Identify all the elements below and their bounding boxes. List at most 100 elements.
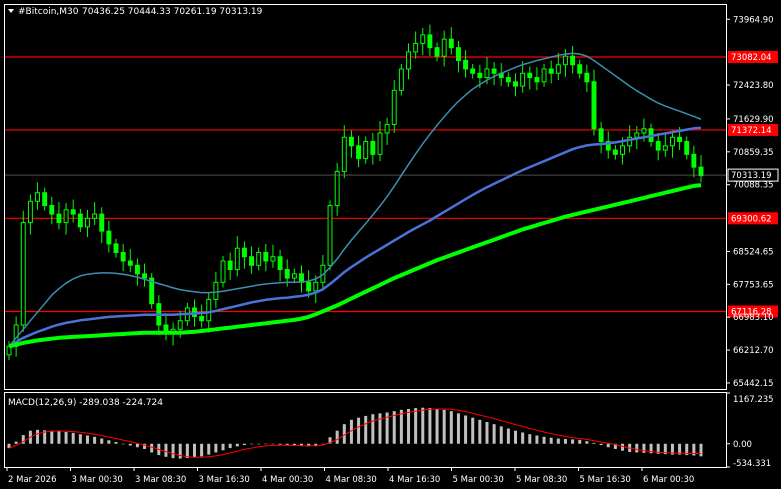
candle-body <box>684 141 690 155</box>
macd-histogram-bar <box>499 426 503 444</box>
candle-body <box>484 68 490 79</box>
candle-body <box>491 68 497 74</box>
candle-body <box>341 136 347 172</box>
candle-body <box>291 273 297 279</box>
time-label: 3 Mar 16:30 <box>199 475 250 485</box>
macd-histogram-bar <box>14 441 18 444</box>
price-label: 67753.65 <box>733 280 774 290</box>
candle-body <box>555 64 561 74</box>
macd-histogram-bar <box>514 430 518 444</box>
macd-histogram-bar <box>549 437 553 444</box>
macd-histogram-bar <box>57 431 61 444</box>
macd-histogram-bar <box>150 443 154 453</box>
level-price-text: 73082.04 <box>731 53 772 63</box>
macd-histogram-bar <box>485 422 489 444</box>
time-label: 5 Mar 16:30 <box>580 475 631 485</box>
macd-histogram-bar <box>214 443 218 453</box>
candle-body <box>570 55 576 66</box>
candle-body <box>448 38 454 49</box>
time-label: 4 Mar 16:30 <box>389 475 440 485</box>
chart-header: #Bitcoin,M30 70436.25 70444.33 70261.19 … <box>8 7 263 17</box>
candle-body <box>548 68 554 74</box>
macd-histogram-bar <box>563 438 567 444</box>
macd-histogram-bar <box>521 432 525 444</box>
time-label: 4 Mar 00:30 <box>262 475 313 485</box>
candle-body <box>227 260 233 271</box>
candle-body <box>541 68 547 83</box>
candle-body <box>641 128 647 134</box>
time-label: 6 Mar 00:30 <box>643 475 694 485</box>
macd-histogram-bar <box>135 443 139 448</box>
candle-body <box>420 34 426 44</box>
candle-body <box>20 222 26 326</box>
candle-body <box>463 59 469 70</box>
candle-body <box>634 132 640 138</box>
candle-body <box>470 68 476 74</box>
candle-body <box>477 72 483 79</box>
time-label: 3 Mar 00:30 <box>72 475 123 485</box>
macd-histogram-bar <box>207 443 211 455</box>
candle-body <box>249 256 255 266</box>
macd-histogram-bar <box>100 438 104 444</box>
macd-histogram-bar <box>428 408 432 444</box>
candle-body <box>520 72 526 87</box>
macd-histogram-bar <box>578 439 582 444</box>
macd-histogram-bar <box>107 440 111 444</box>
macd-histogram-bar <box>357 417 361 444</box>
macd-histogram-bar <box>528 434 532 444</box>
candle-body <box>27 200 33 224</box>
macd-histogram-bar <box>178 443 182 459</box>
candle-body <box>106 230 112 245</box>
macd-histogram-bar <box>421 407 425 444</box>
candle-body <box>434 47 440 57</box>
current-price-text: 70313.19 <box>731 171 772 181</box>
macd-histogram-bar <box>378 413 382 444</box>
candle-body <box>113 243 119 253</box>
macd-histogram-bar <box>278 443 282 445</box>
trading-chart[interactable]: #Bitcoin,M30 70436.25 70444.33 70261.19 … <box>0 0 781 489</box>
macd-histogram-bar <box>257 443 261 445</box>
macd-histogram-bar <box>371 414 375 444</box>
candle-body <box>256 251 262 266</box>
macd-histogram-bar <box>36 429 40 444</box>
macd-histogram-bar <box>321 443 325 445</box>
macd-histogram-bar <box>699 443 703 457</box>
candle-body <box>455 47 461 61</box>
candle-body <box>306 281 312 292</box>
macd-histogram-bar <box>442 409 446 444</box>
candle-body <box>441 38 447 57</box>
candle-body <box>398 68 404 91</box>
macd-histogram-bar <box>478 419 482 444</box>
candle-body <box>85 217 90 228</box>
level-price-text: 71372.14 <box>731 126 772 136</box>
candle-body <box>598 128 604 143</box>
macd-histogram-bar <box>185 443 189 459</box>
candle-body <box>42 192 48 207</box>
candle-body <box>655 141 661 151</box>
candle-body <box>177 320 183 330</box>
macd-axis-label: -534.331 <box>733 459 771 469</box>
candle-body <box>620 145 625 155</box>
macd-histogram-bar <box>621 443 625 451</box>
macd-histogram-bar <box>64 432 68 444</box>
macd-histogram-bar <box>121 443 125 445</box>
time-label: 2 Mar 2026 <box>8 475 56 485</box>
macd-title: MACD(12,26,9) -289.038 -224.724 <box>8 398 163 408</box>
price-label: 71629.90 <box>733 115 774 125</box>
candle-body <box>199 315 205 322</box>
candle-body <box>677 136 683 143</box>
macd-histogram-bar <box>93 436 97 444</box>
candle-body <box>363 141 369 160</box>
macd-histogram-bar <box>414 408 418 444</box>
time-label: 5 Mar 00:30 <box>453 475 504 485</box>
candle-body <box>56 213 62 224</box>
price-label: 73964.90 <box>733 15 774 25</box>
macd-histogram-bar <box>335 430 339 444</box>
candle-body <box>391 89 397 125</box>
candle-body <box>142 273 148 279</box>
macd-histogram-bar <box>506 428 510 444</box>
macd-histogram-bar <box>599 443 603 446</box>
candle-body <box>35 192 41 202</box>
macd-histogram-bar <box>492 424 496 444</box>
symbol-timeframe: #Bitcoin,M30 <box>18 7 79 17</box>
